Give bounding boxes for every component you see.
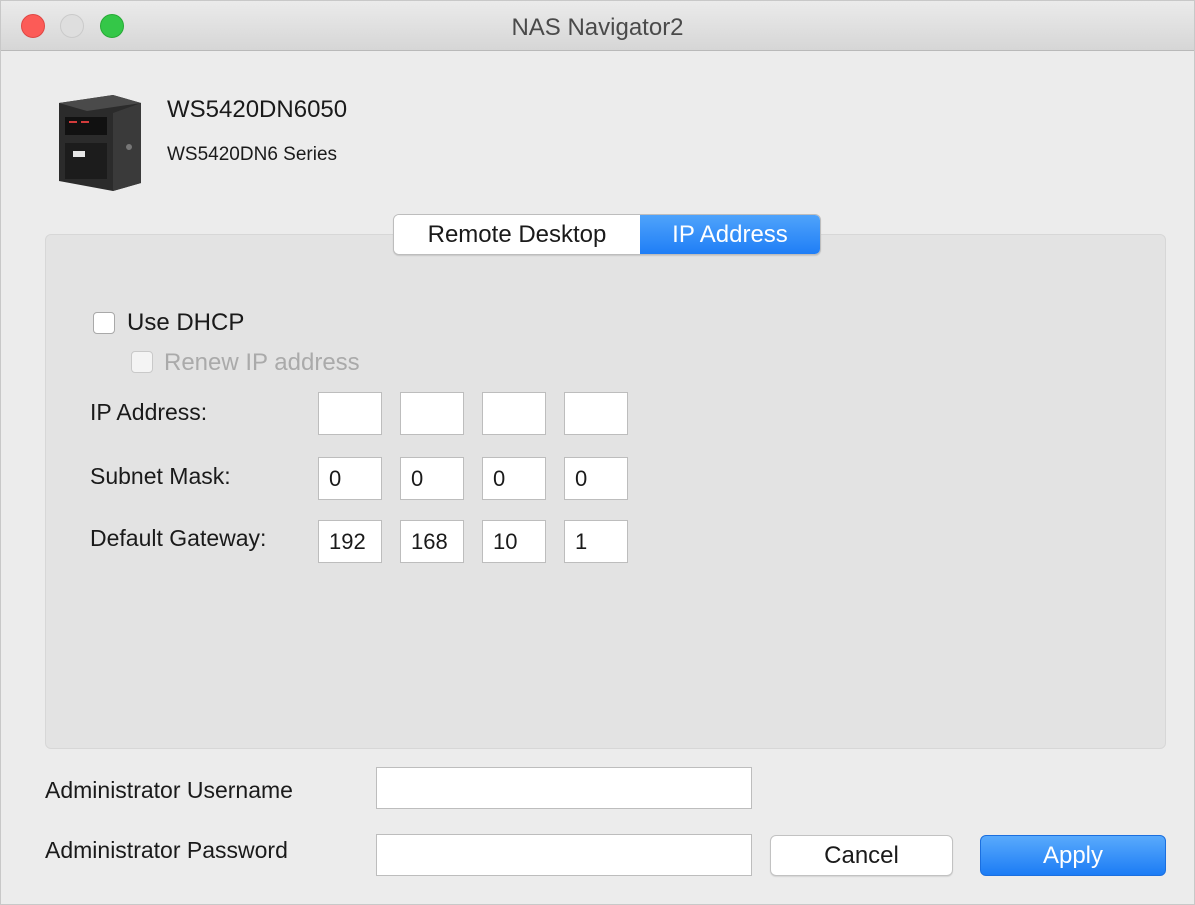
- default-gateway-label: Default Gateway:: [90, 525, 267, 551]
- gateway-octet-3-field[interactable]: 10: [482, 520, 546, 563]
- ip-address-label: IP Address:: [90, 399, 208, 425]
- gateway-octet-1-field[interactable]: 192: [318, 520, 382, 563]
- device-name: WS5420DN6050: [167, 96, 348, 123]
- ip-octet-4-field[interactable]: [564, 392, 628, 435]
- nas-navigator-window: NAS Navigator2 WS5420DN6050 WS5420DN6 Se…: [0, 0, 1195, 905]
- device-series: WS5420DN6 Series: [167, 144, 338, 165]
- tab-ip-address[interactable]: IP Address: [640, 215, 820, 254]
- tab-bar: Remote Desktop IP Address: [393, 214, 821, 255]
- gateway-octet-2-field[interactable]: 168: [400, 520, 464, 563]
- mask-octet-3-field[interactable]: 0: [482, 457, 546, 500]
- renew-ip-label: Renew IP address: [164, 349, 360, 376]
- admin-password-label: Administrator Password: [45, 837, 288, 863]
- tab-remote-desktop[interactable]: Remote Desktop: [394, 215, 640, 254]
- use-dhcp-checkbox[interactable]: [93, 312, 115, 334]
- use-dhcp-label[interactable]: Use DHCP: [127, 309, 244, 337]
- cancel-button[interactable]: Cancel: [770, 835, 953, 876]
- subnet-mask-label: Subnet Mask:: [90, 463, 231, 489]
- apply-button[interactable]: Apply: [980, 835, 1166, 876]
- ip-octet-3-field[interactable]: [482, 392, 546, 435]
- admin-username-label: Administrator Username: [45, 777, 293, 803]
- ip-octet-2-field[interactable]: [400, 392, 464, 435]
- gateway-octet-4-field[interactable]: 1: [564, 520, 628, 563]
- admin-username-field[interactable]: [376, 767, 752, 809]
- mask-octet-2-field[interactable]: 0: [400, 457, 464, 500]
- mask-octet-1-field[interactable]: 0: [318, 457, 382, 500]
- nas-device-icon: [59, 95, 141, 191]
- title-bar: NAS Navigator2: [1, 1, 1194, 51]
- window-title: NAS Navigator2: [511, 14, 684, 41]
- admin-password-field[interactable]: [376, 834, 752, 876]
- ip-octet-1-field[interactable]: [318, 392, 382, 435]
- renew-ip-checkbox: [131, 351, 153, 373]
- mask-octet-4-field[interactable]: 0: [564, 457, 628, 500]
